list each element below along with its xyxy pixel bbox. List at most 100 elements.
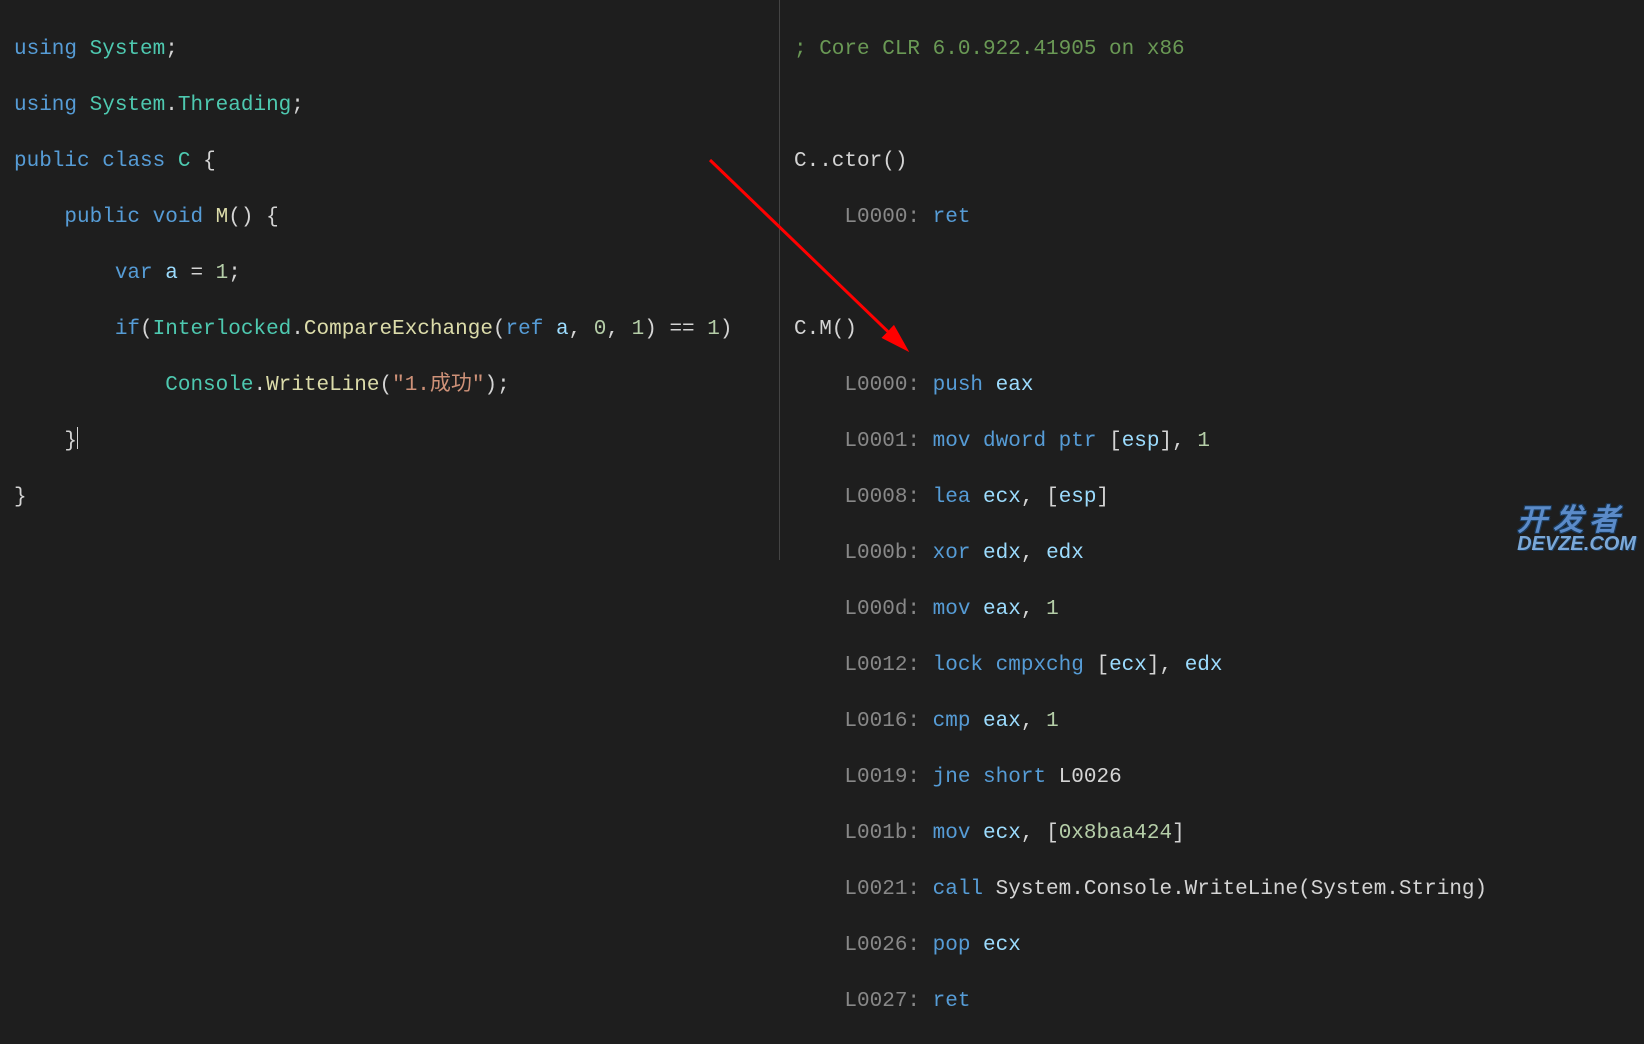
variable: a — [543, 318, 568, 341]
asm-line: L0000: ret — [794, 204, 1630, 232]
disassembly-pane[interactable]: ; Core CLR 6.0.922.41905 on x86 C..ctor(… — [780, 0, 1644, 560]
indent — [14, 430, 64, 453]
keyword-using: using — [14, 94, 77, 117]
asm-line: L0026: pop ecx — [794, 932, 1630, 960]
asm-signature: C.M() — [794, 316, 1630, 344]
register: eax — [983, 598, 1021, 621]
opcode: call — [933, 878, 996, 901]
semicolon: ; — [291, 94, 304, 117]
bracket: ] — [1097, 486, 1110, 509]
code-line: if(Interlocked.CompareExchange(ref a, 0,… — [14, 316, 765, 344]
asm-line: L0021: call System.Console.WriteLine(Sys… — [794, 876, 1630, 904]
text-cursor — [77, 427, 78, 449]
number: 1 — [1046, 710, 1059, 733]
size-spec: dword ptr — [983, 430, 1109, 453]
number: 0 — [594, 318, 607, 341]
comma: , — [1021, 822, 1046, 845]
bracket: [ — [1046, 486, 1059, 509]
address: L0021: — [794, 878, 933, 901]
hex-address: 0x8baa424 — [1059, 822, 1172, 845]
opcode: ret — [933, 206, 971, 229]
bracket: ], — [1160, 430, 1198, 453]
register: esp — [1122, 430, 1160, 453]
paren: ) — [644, 318, 669, 341]
number: 1 — [632, 318, 645, 341]
address: L0019: — [794, 766, 933, 789]
bracket: [ — [1046, 822, 1059, 845]
address: L000b: — [794, 542, 933, 565]
paren: ) — [485, 374, 498, 397]
bracket: [ — [1096, 654, 1109, 677]
address: L000d: — [794, 598, 933, 621]
method-call: WriteLine — [266, 374, 379, 397]
asm-line: L0008: lea ecx, [esp] — [794, 484, 1630, 512]
comma: , — [606, 318, 631, 341]
comma: , — [1021, 710, 1046, 733]
brace: } — [64, 430, 77, 453]
method-name: M — [216, 206, 229, 229]
asm-line: L0027: ret — [794, 988, 1630, 1016]
bracket: ], — [1147, 654, 1185, 677]
paren: ) — [720, 318, 733, 341]
opcode: push — [933, 374, 996, 397]
opcode: ret — [933, 990, 971, 1013]
opcode: xor — [933, 542, 983, 565]
register: esp — [1059, 486, 1097, 509]
indent — [14, 318, 115, 341]
opcode: mov — [933, 598, 983, 621]
number: 1 — [1046, 598, 1059, 621]
asm-line: L0019: jne short L0026 — [794, 764, 1630, 792]
class-ref: Interlocked — [153, 318, 292, 341]
asm-line: L000d: mov eax, 1 — [794, 596, 1630, 624]
bracket: ] — [1172, 822, 1185, 845]
source-code-pane[interactable]: using System; using System.Threading; pu… — [0, 0, 780, 560]
class-ref: Console — [165, 374, 253, 397]
asm-line: L001b: mov ecx, [0x8baa424] — [794, 820, 1630, 848]
comma: , — [1021, 486, 1046, 509]
number: 1 — [203, 262, 228, 285]
address: L0026: — [794, 934, 933, 957]
method-sig: C.M() — [794, 318, 857, 341]
code-line: using System.Threading; — [14, 92, 765, 120]
code-line: Console.WriteLine("1.成功"); — [14, 372, 765, 400]
address: L001b: — [794, 822, 933, 845]
paren: ( — [379, 374, 392, 397]
semicolon: ; — [228, 262, 241, 285]
dot: . — [291, 318, 304, 341]
asm-line: L0016: cmp eax, 1 — [794, 708, 1630, 736]
namespace: Threading — [178, 94, 291, 117]
code-line: using System; — [14, 36, 765, 64]
bracket: [ — [1109, 430, 1122, 453]
indent — [14, 262, 115, 285]
register: eax — [996, 374, 1034, 397]
register: edx — [983, 542, 1021, 565]
keyword-ref: ref — [506, 318, 544, 341]
address: L0027: — [794, 990, 933, 1013]
asm-header: ; Core CLR 6.0.922.41905 on x86 — [794, 36, 1630, 64]
operator: == — [669, 318, 694, 341]
semicolon: ; — [165, 38, 178, 61]
semicolon: ; — [497, 374, 510, 397]
dot: . — [165, 94, 178, 117]
opcode: pop — [933, 934, 983, 957]
keyword-var: var — [115, 262, 153, 285]
namespace: System — [90, 38, 166, 61]
brace: } — [14, 486, 27, 509]
keyword-void: void — [153, 206, 203, 229]
asm-line: L0012: lock cmpxchg [ecx], edx — [794, 652, 1630, 680]
number: 1 — [1197, 430, 1210, 453]
brace: { — [190, 150, 215, 173]
address: L0008: — [794, 486, 933, 509]
number: 1 — [695, 318, 720, 341]
register: edx — [1185, 654, 1223, 677]
parens: () — [228, 206, 253, 229]
code-line: } — [14, 484, 765, 512]
opcode: mov — [933, 430, 983, 453]
code-line: public void M() { — [14, 204, 765, 232]
comma: , — [1021, 542, 1046, 565]
label-ref: L0026 — [1059, 766, 1122, 789]
address: L0016: — [794, 710, 933, 733]
indent — [14, 374, 165, 397]
register: ecx — [983, 822, 1021, 845]
call-target: System.Console.WriteLine(System.String) — [996, 878, 1487, 901]
